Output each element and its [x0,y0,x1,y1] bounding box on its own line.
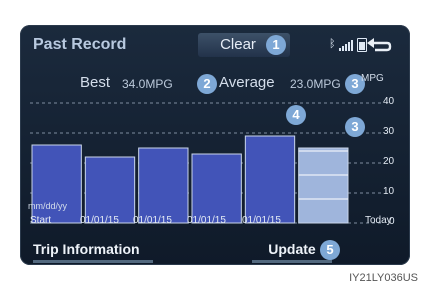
x-tick-label: Today [365,215,392,226]
bar-today [298,147,349,224]
bar-chart-svg [30,102,382,224]
clear-button-label: Clear [220,36,256,53]
callout-badge-5: 5 [320,240,340,260]
footer-bar: Trip Information Update 5 [20,237,410,265]
x-tick-label: Start [30,215,52,226]
callout-badge-3b: 3 [345,117,365,137]
x-tick-label: 01/01/15 [242,215,281,226]
back-button[interactable] [363,34,395,54]
y-tick-label: 30 [383,126,395,137]
callout-badge-1: 1 [266,35,286,55]
trip-information-button[interactable]: Trip Information [33,238,153,263]
callout-badge-4: 4 [286,105,306,125]
header-bar: Past Record Clear 1 ᛒ [20,25,410,61]
image-code: IY21LY036US [349,272,418,284]
y-tick-label: 40 [383,96,395,107]
date-format-label: mm/dd/yy [28,201,68,211]
display-screen: Past Record Clear 1 ᛒ Best 34.0MPG 2 Ave… [20,25,410,265]
fuel-history-chart: 40 30 20 10 0 Start 01/01/15 01/01/15 01/01/15 0… [20,85,410,235]
y-tick-label: 10 [383,186,395,197]
x-tick-label: 01/01/15 [187,215,226,226]
bar [138,147,189,224]
x-tick-label: 01/01/15 [133,215,172,226]
bar [84,156,136,224]
bar [31,144,82,224]
bar [244,135,296,224]
signal-strength-icon [339,39,353,51]
y-tick-label: 20 [383,156,395,167]
y-axis-unit: MPG [361,73,384,84]
x-tick-label: 01/01/15 [80,215,119,226]
screen-title: Past Record [33,36,127,53]
return-arrow-icon [367,38,392,52]
bluetooth-icon: ᛒ [329,38,336,50]
bar [191,153,242,224]
